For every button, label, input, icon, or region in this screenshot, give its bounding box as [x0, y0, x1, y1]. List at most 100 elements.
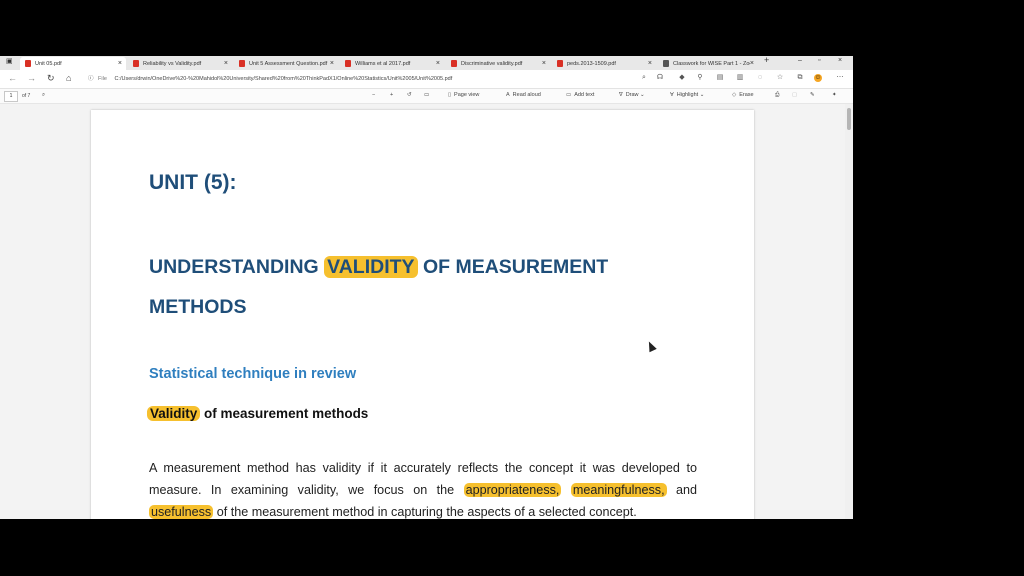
unit-heading: UNIT (5): — [149, 171, 237, 194]
zoom-in-icon[interactable]: + — [390, 92, 393, 98]
section-heading: Statistical technique in review — [149, 366, 357, 382]
scrollbar-thumb[interactable] — [847, 108, 851, 130]
highlight-label: Highlight — [676, 92, 699, 98]
window-close-icon[interactable]: × — [838, 57, 842, 64]
more-menu-icon[interactable]: ⋯ — [836, 74, 844, 82]
pdf-page: UNIT (5): UNDERSTANDING VALIDITY OF MEAS… — [91, 110, 754, 519]
fit-page-icon[interactable]: ▭ — [424, 92, 429, 98]
page-view-button[interactable]: ▯ Page view — [448, 92, 479, 98]
validity-highlight: Validity — [147, 406, 201, 421]
tab-label: Discriminative validity.pdf — [461, 60, 523, 67]
extension-icon[interactable]: ◆ — [678, 74, 686, 82]
save-icon[interactable]: ▢ — [792, 92, 797, 98]
tab-discriminative[interactable]: Discriminative validity.pdf × — [446, 57, 550, 70]
tab-label: Reliability vs Validity.pdf — [143, 60, 202, 67]
page-view-label: Page view — [454, 92, 480, 98]
url-field[interactable]: ⓘ File C:/Users/drwin/OneDrive%20-%20Mah… — [88, 74, 648, 84]
extension-box-icon[interactable]: ▤ — [716, 74, 724, 82]
new-tab-icon[interactable]: + — [764, 56, 769, 65]
tab-assessment[interactable]: Unit 5 Assessment Question.pdf × — [234, 57, 338, 70]
page-number-input[interactable]: 1 — [4, 91, 18, 102]
close-icon[interactable]: × — [118, 60, 122, 67]
pdf-icon — [345, 60, 351, 67]
tab-label: Unit 5 Assessment Question.pdf — [249, 60, 328, 67]
profile-avatar-icon[interactable]: ☺ — [814, 74, 822, 82]
refresh-icon[interactable]: ↻ — [47, 73, 55, 84]
tab-label: Unit 05.pdf — [35, 60, 62, 67]
pin-toolbar-icon[interactable]: ✦ — [832, 92, 837, 98]
title-highlight: VALIDITY — [324, 256, 418, 278]
read-aloud-button[interactable]: A Read aloud — [506, 92, 541, 98]
close-icon[interactable]: × — [648, 60, 652, 67]
pdf-toolbar: 1 of 7 ⌕ − + ↺ ▭ ▯ Page view A Read aloud … — [0, 89, 853, 104]
read-aloud-icon[interactable]: ☊ — [656, 74, 664, 82]
tab-label: Classwork for WISE Part 1 - Zoo — [673, 60, 750, 67]
erase-button[interactable]: ◇ Erase — [732, 92, 754, 98]
title-text: UNDERSTANDING — [149, 256, 319, 278]
tab-williams[interactable]: Williams et al 2017.pdf × — [340, 57, 444, 70]
pdf-icon — [239, 60, 245, 67]
pdf-icon — [557, 60, 563, 67]
draw-label: Draw — [625, 92, 639, 98]
forward-icon[interactable]: → — [27, 73, 36, 83]
pdf-viewer[interactable]: UNIT (5): UNDERSTANDING VALIDITY OF MEAS… — [0, 104, 853, 519]
clipboard-icon[interactable]: ▥ — [736, 74, 744, 82]
erase-icon: ◇ — [732, 92, 737, 98]
add-text-button[interactable]: ▭ Add text — [566, 92, 594, 98]
browser-window: ▣ Unit 05.pdf × Reliability vs Validity.… — [0, 56, 853, 519]
zoom-icon — [663, 60, 669, 67]
info-icon: ⓘ — [88, 76, 94, 82]
close-icon[interactable]: × — [224, 60, 228, 67]
pdf-icon — [133, 60, 139, 67]
print-icon[interactable]: ⎙ — [775, 92, 779, 99]
tab-label: peds.2013-1509.pdf — [567, 60, 616, 67]
paragraph-text: and — [666, 483, 698, 497]
close-icon[interactable]: × — [542, 60, 546, 67]
scrollbar[interactable] — [845, 104, 853, 519]
pin-icon[interactable]: ⚲ — [696, 74, 704, 82]
tab-reliability[interactable]: Reliability vs Validity.pdf × — [128, 57, 232, 70]
home-icon[interactable]: ⌂ — [66, 73, 71, 83]
zoom-search-icon[interactable]: ⌕ — [640, 74, 648, 82]
save-as-icon[interactable]: ✎ — [810, 92, 815, 98]
tab-actions-icon[interactable]: ▣ — [6, 57, 13, 65]
pdf-icon — [25, 60, 31, 67]
draw-button[interactable]: ∇ Draw ⌄ — [619, 92, 645, 98]
page-count: of 7 — [22, 93, 31, 99]
back-icon[interactable]: ← — [8, 73, 17, 83]
document-title: UNDERSTANDING VALIDITY OF MEASUREMENT ME… — [149, 247, 669, 327]
read-aloud-label: Read aloud — [512, 92, 541, 98]
tab-label: Williams et al 2017.pdf — [355, 60, 411, 67]
add-text-label: Add text — [574, 92, 595, 98]
highlight-appropriateness: appropriateness, — [463, 483, 562, 497]
highlight-meaningfulness: meaningfulness, — [570, 483, 667, 497]
read-aloud-icon: A — [506, 92, 510, 98]
subsection-heading: Validity of measurement methods — [147, 406, 368, 421]
draw-icon: ∇ — [619, 92, 623, 98]
page-view-icon: ▯ — [448, 92, 452, 98]
tab-zoom-classwork[interactable]: Classwork for WISE Part 1 - Zoo × — [658, 57, 758, 70]
body-paragraph: A measurement method has validity if it … — [149, 457, 697, 519]
minimize-icon[interactable]: – — [798, 57, 802, 64]
collections-icon[interactable]: ⧉ — [796, 74, 804, 82]
tab-unit-05[interactable]: Unit 05.pdf × — [20, 57, 126, 70]
highlight-usefulness: usefulness — [149, 505, 214, 519]
rotate-icon[interactable]: ↺ — [407, 92, 412, 98]
search-icon[interactable]: ⌕ — [42, 92, 45, 99]
erase-label: Erase — [739, 92, 754, 98]
zoom-out-icon[interactable]: − — [372, 92, 375, 98]
pdf-icon — [451, 60, 457, 67]
favorites-icon[interactable]: ☆ — [776, 74, 784, 82]
close-icon[interactable]: × — [330, 60, 334, 67]
address-bar: ← → ↻ ⌂ ⓘ File C:/Users/drwin/OneDrive%2… — [0, 70, 853, 89]
add-text-icon: ▭ — [566, 92, 572, 98]
tab-peds[interactable]: peds.2013-1509.pdf × — [552, 57, 656, 70]
paragraph-text: of the measurement method in capturing t… — [213, 505, 637, 519]
close-icon[interactable]: × — [436, 60, 440, 67]
subsection-heading-rest: of measurement methods — [200, 406, 369, 421]
maximize-icon[interactable]: ▫ — [818, 57, 820, 64]
refresh-circle-icon[interactable]: ◌ — [756, 74, 764, 82]
url-scheme-label: File — [98, 76, 107, 82]
highlight-button[interactable]: ∀ Highlight ⌄ — [670, 92, 704, 98]
close-icon[interactable]: × — [750, 60, 754, 67]
